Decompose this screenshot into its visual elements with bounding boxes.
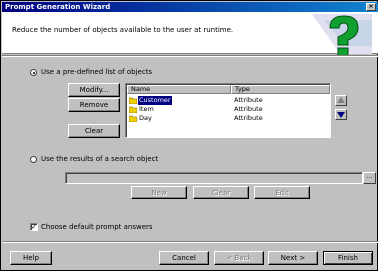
arrow-down-icon — [337, 112, 345, 118]
clear-list-button[interactable]: Clear — [68, 124, 120, 138]
new-button[interactable]: New — [131, 186, 187, 199]
search-object-field[interactable] — [65, 172, 363, 184]
wizard-window: Prompt Generation Wizard × Reduce the nu… — [0, 0, 378, 271]
list-item[interactable]: Item Attribute — [128, 105, 328, 114]
predefined-list-radio[interactable] — [30, 69, 37, 76]
close-icon: × — [368, 3, 374, 10]
column-header-type[interactable]: Type — [231, 85, 330, 94]
default-answers-checkbox[interactable]: ✓ — [30, 223, 38, 231]
objects-list[interactable]: Name Type Customer Attribute Item Attrib… — [125, 83, 331, 138]
search-object-label[interactable]: Use the results of a search object — [41, 155, 158, 163]
modify-button[interactable]: Modify... — [68, 83, 120, 97]
close-button[interactable]: × — [366, 3, 376, 11]
list-item[interactable]: Customer Attribute — [128, 96, 328, 105]
header-separator — [2, 55, 378, 57]
help-button[interactable]: Help — [10, 251, 52, 265]
remove-button[interactable]: Remove — [68, 98, 120, 112]
finish-button[interactable]: Finish — [323, 251, 373, 265]
list-item-name: Customer — [138, 96, 172, 105]
folder-icon — [129, 115, 137, 122]
list-item-type: Attribute — [234, 114, 263, 122]
green-question-mark-icon — [312, 14, 372, 57]
list-item-type: Attribute — [234, 105, 263, 113]
browse-search-button[interactable]: ... — [363, 172, 376, 184]
folder-icon — [129, 106, 137, 113]
list-item-type: Attribute — [234, 96, 263, 104]
footer-separator — [2, 241, 378, 243]
header-description: Reduce the number of objects available t… — [12, 26, 234, 34]
default-answers-label[interactable]: Choose default prompt answers — [41, 223, 153, 231]
arrow-up-icon — [337, 97, 345, 103]
column-header-name[interactable]: Name — [127, 85, 231, 94]
list-item-name: Day — [139, 114, 152, 122]
window-title: Prompt Generation Wizard — [5, 3, 111, 11]
clear-search-button[interactable]: Clear — [193, 186, 249, 199]
cancel-button[interactable]: Cancel — [159, 251, 209, 265]
predefined-list-label[interactable]: Use a pre-defined list of objects — [41, 68, 152, 76]
back-button[interactable]: < Back — [214, 251, 264, 265]
move-down-button[interactable] — [335, 109, 347, 120]
list-item-name: Item — [139, 105, 154, 113]
title-bar: Prompt Generation Wizard × — [2, 2, 378, 12]
wizard-header: Reduce the number of objects available t… — [2, 12, 378, 57]
edit-button[interactable]: Edit — [254, 186, 310, 199]
search-object-radio[interactable] — [30, 156, 37, 163]
next-button[interactable]: Next > — [268, 251, 318, 265]
folder-icon — [129, 97, 137, 104]
move-up-button[interactable] — [335, 95, 347, 106]
list-item[interactable]: Day Attribute — [128, 114, 328, 123]
